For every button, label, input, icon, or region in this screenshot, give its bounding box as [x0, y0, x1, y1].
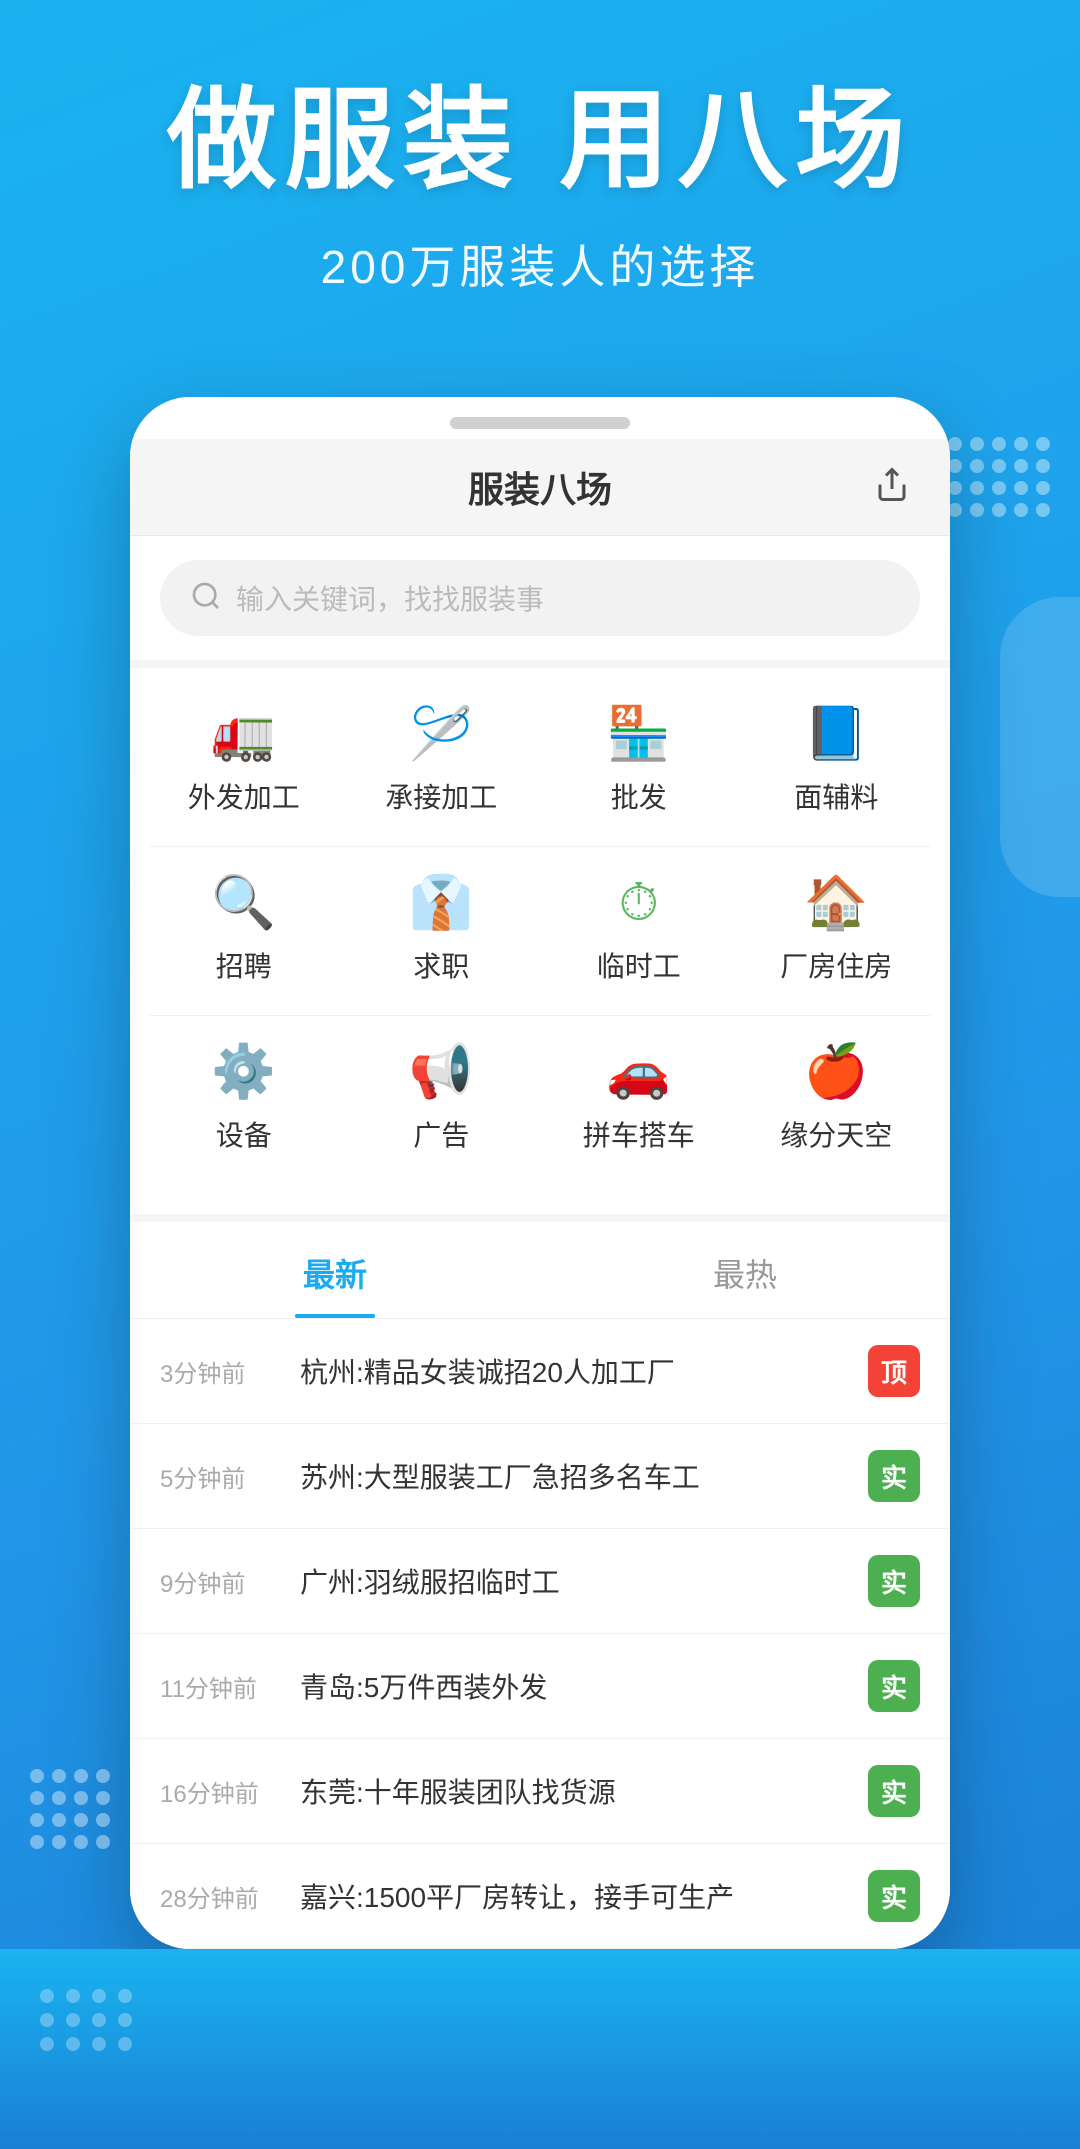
hero-title: 做服装 用八场	[60, 80, 1020, 201]
cat-item-guanggao[interactable]: 📢 广告	[348, 1026, 536, 1174]
qiuzhi-icon: 👔	[409, 877, 474, 929]
shebei-icon: ⚙️	[211, 1046, 276, 1098]
feed-time-0: 3分钟前	[160, 1354, 280, 1389]
bottom-dots	[40, 1989, 134, 2051]
category-row-3: ⚙️ 设备 📢 广告 🚗 拼车搭车 🍎 缘分天空	[150, 1015, 930, 1174]
bottom-area	[0, 1949, 1080, 2149]
pifa-icon: 🏪	[606, 708, 671, 760]
feed-badge-0: 顶	[868, 1345, 920, 1397]
chengjie-icon: 🪡	[409, 708, 474, 760]
chengjie-label: 承接加工	[385, 776, 497, 816]
pinche-label: 拼车搭车	[583, 1114, 695, 1154]
zhaopin-icon: 🔍	[211, 877, 276, 929]
cat-item-pifa[interactable]: 🏪 批发	[545, 688, 733, 836]
feed-item-5[interactable]: 28分钟前 嘉兴:1500平厂房转让，接手可生产 实	[130, 1844, 950, 1949]
category-row-1: 🚛 外发加工 🪡 承接加工 🏪 批发 📘 面辅料	[150, 688, 930, 836]
cat-item-qiuzhi[interactable]: 👔 求职	[348, 857, 536, 1005]
yuanfen-label: 缘分天空	[780, 1114, 892, 1154]
search-input-wrap[interactable]: 输入关键词，找找服装事	[160, 560, 920, 636]
app-title: 服装八场	[468, 461, 612, 513]
changfang-label: 厂房住房	[780, 945, 892, 985]
cat-item-changfang[interactable]: 🏠 厂房住房	[743, 857, 931, 1005]
feed-badge-4: 实	[868, 1765, 920, 1817]
feed-text-5: 嘉兴:1500平厂房转让，接手可生产	[300, 1876, 848, 1916]
changfang-icon: 🏠	[804, 877, 869, 929]
waifa-icon: 🚛	[211, 708, 276, 760]
feed-item-4[interactable]: 16分钟前 东莞:十年服装团队找货源 实	[130, 1739, 950, 1844]
feed-time-1: 5分钟前	[160, 1459, 280, 1494]
cat-item-chengjie[interactable]: 🪡 承接加工	[348, 688, 536, 836]
feed-badge-2: 实	[868, 1555, 920, 1607]
tab-latest[interactable]: 最新	[130, 1222, 540, 1318]
mianfuliao-icon: 📘	[804, 708, 869, 760]
phone-notch	[130, 397, 950, 439]
feed-badge-5: 实	[868, 1870, 920, 1922]
qiuzhi-label: 求职	[413, 945, 469, 985]
feed-text-2: 广州:羽绒服招临时工	[300, 1561, 848, 1601]
guanggao-icon: 📢	[409, 1046, 474, 1098]
tab-section: 最新 最热 3分钟前 杭州:精品女装诚招20人加工厂 顶 5分钟前 苏州:大型服…	[130, 1214, 950, 1949]
cat-item-linshigong[interactable]: ⏱ 临时工	[545, 857, 733, 1005]
feed-item-0[interactable]: 3分钟前 杭州:精品女装诚招20人加工厂 顶	[130, 1319, 950, 1424]
search-placeholder: 输入关键词，找找服装事	[236, 578, 544, 618]
phone-mockup: 服装八场 输入关键词，找找服装事	[0, 397, 1080, 1949]
cat-item-pinche[interactable]: 🚗 拼车搭车	[545, 1026, 733, 1174]
feed-time-4: 16分钟前	[160, 1774, 280, 1809]
feed-item-2[interactable]: 9分钟前 广州:羽绒服招临时工 实	[130, 1529, 950, 1634]
linshigong-icon: ⏱	[618, 877, 659, 929]
tabs-header: 最新 最热	[130, 1222, 950, 1319]
feed-time-3: 11分钟前	[160, 1669, 280, 1704]
category-row-2: 🔍 招聘 👔 求职 ⏱ 临时工 🏠 厂房住房	[150, 846, 930, 1005]
feed-item-3[interactable]: 11分钟前 青岛:5万件西装外发 实	[130, 1634, 950, 1739]
feed-text-1: 苏州:大型服装工厂急招多名车工	[300, 1456, 848, 1496]
feed-text-0: 杭州:精品女装诚招20人加工厂	[300, 1351, 848, 1391]
feed-time-5: 28分钟前	[160, 1879, 280, 1914]
mianfuliao-label: 面辅料	[794, 776, 878, 816]
hero-subtitle: 200万服装人的选择	[60, 231, 1020, 297]
pinche-icon: 🚗	[606, 1046, 671, 1098]
waifa-label: 外发加工	[188, 776, 300, 816]
linshigong-label: 临时工	[597, 945, 681, 985]
feed-list: 3分钟前 杭州:精品女装诚招20人加工厂 顶 5分钟前 苏州:大型服装工厂急招多…	[130, 1319, 950, 1949]
share-icon[interactable]	[874, 467, 910, 508]
search-bar: 输入关键词，找找服装事	[130, 536, 950, 660]
notch-bar	[450, 417, 630, 429]
feed-time-2: 9分钟前	[160, 1564, 280, 1599]
pifa-label: 批发	[611, 776, 667, 816]
guanggao-label: 广告	[413, 1114, 469, 1154]
phone-frame: 服装八场 输入关键词，找找服装事	[130, 397, 950, 1949]
shebei-label: 设备	[216, 1114, 272, 1154]
category-section: 🚛 外发加工 🪡 承接加工 🏪 批发 📘 面辅料	[130, 660, 950, 1214]
hero-section: 做服装 用八场 200万服装人的选择	[0, 0, 1080, 337]
cat-item-zhaopin[interactable]: 🔍 招聘	[150, 857, 338, 1005]
cat-item-mianfuliao[interactable]: 📘 面辅料	[743, 688, 931, 836]
dots-decoration-top	[948, 437, 1050, 517]
feed-text-4: 东莞:十年服装团队找货源	[300, 1771, 848, 1811]
zhaopin-label: 招聘	[216, 945, 272, 985]
wave-decoration	[1000, 597, 1080, 897]
app-header: 服装八场	[130, 439, 950, 536]
feed-badge-1: 实	[868, 1450, 920, 1502]
feed-item-1[interactable]: 5分钟前 苏州:大型服装工厂急招多名车工 实	[130, 1424, 950, 1529]
cat-item-shebei[interactable]: ⚙️ 设备	[150, 1026, 338, 1174]
search-icon	[190, 580, 222, 617]
dots-decoration-bottom	[30, 1769, 110, 1849]
tab-hot[interactable]: 最热	[540, 1222, 950, 1318]
feed-badge-3: 实	[868, 1660, 920, 1712]
cat-item-waifa[interactable]: 🚛 外发加工	[150, 688, 338, 836]
cat-item-yuanfen[interactable]: 🍎 缘分天空	[743, 1026, 931, 1174]
feed-text-3: 青岛:5万件西装外发	[300, 1666, 848, 1706]
yuanfen-icon: 🍎	[804, 1046, 869, 1098]
